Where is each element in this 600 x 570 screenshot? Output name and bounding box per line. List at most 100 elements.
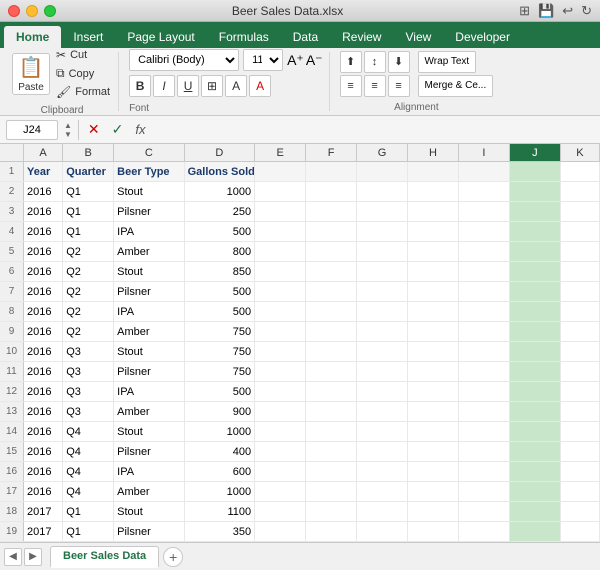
cell-g4[interactable] (357, 222, 408, 241)
cell-d16[interactable]: 600 (185, 462, 255, 481)
cell-i3[interactable] (459, 202, 510, 221)
cell-i7[interactable] (459, 282, 510, 301)
align-top-button[interactable]: ⬆ (340, 51, 362, 73)
cell-e8[interactable] (255, 302, 306, 321)
cell-k12[interactable] (561, 382, 600, 401)
cell-c19[interactable]: Pilsner (114, 522, 184, 541)
cell-a17[interactable]: 2016 (24, 482, 63, 501)
cell-g2[interactable] (357, 182, 408, 201)
cell-f16[interactable] (306, 462, 357, 481)
col-header-b[interactable]: B (63, 144, 114, 161)
cell-f19[interactable] (306, 522, 357, 541)
cell-e9[interactable] (255, 322, 306, 341)
cell-f15[interactable] (306, 442, 357, 461)
undo-icon[interactable]: ↩ (562, 3, 573, 19)
cell-h5[interactable] (408, 242, 459, 261)
cell-g7[interactable] (357, 282, 408, 301)
cell-a12[interactable]: 2016 (24, 382, 63, 401)
cell-b18[interactable]: Q1 (63, 502, 114, 521)
cell-h8[interactable] (408, 302, 459, 321)
cell-e1[interactable] (255, 162, 306, 181)
tab-page-layout[interactable]: Page Layout (115, 26, 206, 48)
cell-i18[interactable] (459, 502, 510, 521)
cell-c18[interactable]: Stout (114, 502, 184, 521)
cell-j13[interactable] (510, 402, 561, 421)
cell-a3[interactable]: 2016 (24, 202, 63, 221)
cell-f7[interactable] (306, 282, 357, 301)
col-header-f[interactable]: F (306, 144, 357, 161)
cell-b5[interactable]: Q2 (63, 242, 114, 261)
cell-j12[interactable] (510, 382, 561, 401)
cell-j4[interactable] (510, 222, 561, 241)
cell-c2[interactable]: Stout (114, 182, 184, 201)
cell-e6[interactable] (255, 262, 306, 281)
cell-f11[interactable] (306, 362, 357, 381)
cell-g14[interactable] (357, 422, 408, 441)
align-bottom-button[interactable]: ⬇ (388, 51, 410, 73)
cell-i5[interactable] (459, 242, 510, 261)
tab-insert[interactable]: Insert (61, 26, 115, 48)
cell-e7[interactable] (255, 282, 306, 301)
cell-d6[interactable]: 850 (185, 262, 255, 281)
cell-c16[interactable]: IPA (114, 462, 184, 481)
cell-f5[interactable] (306, 242, 357, 261)
cell-g3[interactable] (357, 202, 408, 221)
cell-h2[interactable] (408, 182, 459, 201)
cell-k19[interactable] (561, 522, 600, 541)
cell-f3[interactable] (306, 202, 357, 221)
add-sheet-button[interactable]: + (163, 547, 183, 567)
cell-j1[interactable] (510, 162, 561, 181)
cell-d9[interactable]: 750 (185, 322, 255, 341)
cell-c11[interactable]: Pilsner (114, 362, 184, 381)
cell-a7[interactable]: 2016 (24, 282, 63, 301)
cell-b12[interactable]: Q3 (63, 382, 114, 401)
cell-k11[interactable] (561, 362, 600, 381)
cell-e17[interactable] (255, 482, 306, 501)
cell-k5[interactable] (561, 242, 600, 261)
cell-h12[interactable] (408, 382, 459, 401)
cell-j2[interactable] (510, 182, 561, 201)
cell-f2[interactable] (306, 182, 357, 201)
cell-k16[interactable] (561, 462, 600, 481)
cell-c1[interactable]: Beer Type (114, 162, 184, 181)
tab-developer[interactable]: Developer (443, 26, 522, 48)
cell-c10[interactable]: Stout (114, 342, 184, 361)
cell-g13[interactable] (357, 402, 408, 421)
cell-g8[interactable] (357, 302, 408, 321)
cell-a19[interactable]: 2017 (24, 522, 63, 541)
cell-d4[interactable]: 500 (185, 222, 255, 241)
cell-b1[interactable]: Quarter (63, 162, 114, 181)
cell-j18[interactable] (510, 502, 561, 521)
cell-j6[interactable] (510, 262, 561, 281)
copy-button[interactable]: ⧉ Copy (54, 65, 112, 82)
tab-home[interactable]: Home (4, 26, 61, 48)
cell-g5[interactable] (357, 242, 408, 261)
font-color-button[interactable]: A (249, 75, 271, 97)
merge-cells-button[interactable]: Merge & Ce... (418, 75, 494, 97)
cell-e3[interactable] (255, 202, 306, 221)
font-increase-icon[interactable]: A⁺ (287, 52, 304, 69)
cell-h6[interactable] (408, 262, 459, 281)
sheet-prev-button[interactable]: ◀ (4, 548, 22, 566)
col-header-e[interactable]: E (255, 144, 306, 161)
border-button[interactable]: ⊞ (201, 75, 223, 97)
cell-k2[interactable] (561, 182, 600, 201)
font-size-select[interactable]: 11 (243, 49, 283, 71)
cell-ref-up-arrow[interactable]: ▲ (64, 121, 72, 130)
cell-c8[interactable]: IPA (114, 302, 184, 321)
cell-b10[interactable]: Q3 (63, 342, 114, 361)
cell-h19[interactable] (408, 522, 459, 541)
cell-c14[interactable]: Stout (114, 422, 184, 441)
cell-i19[interactable] (459, 522, 510, 541)
cell-f6[interactable] (306, 262, 357, 281)
cell-e2[interactable] (255, 182, 306, 201)
col-header-a[interactable]: A (24, 144, 63, 161)
italic-button[interactable]: I (153, 75, 175, 97)
cell-f10[interactable] (306, 342, 357, 361)
cell-b13[interactable]: Q3 (63, 402, 114, 421)
cell-j17[interactable] (510, 482, 561, 501)
cell-j19[interactable] (510, 522, 561, 541)
cell-h13[interactable] (408, 402, 459, 421)
cell-b6[interactable]: Q2 (63, 262, 114, 281)
cell-i6[interactable] (459, 262, 510, 281)
